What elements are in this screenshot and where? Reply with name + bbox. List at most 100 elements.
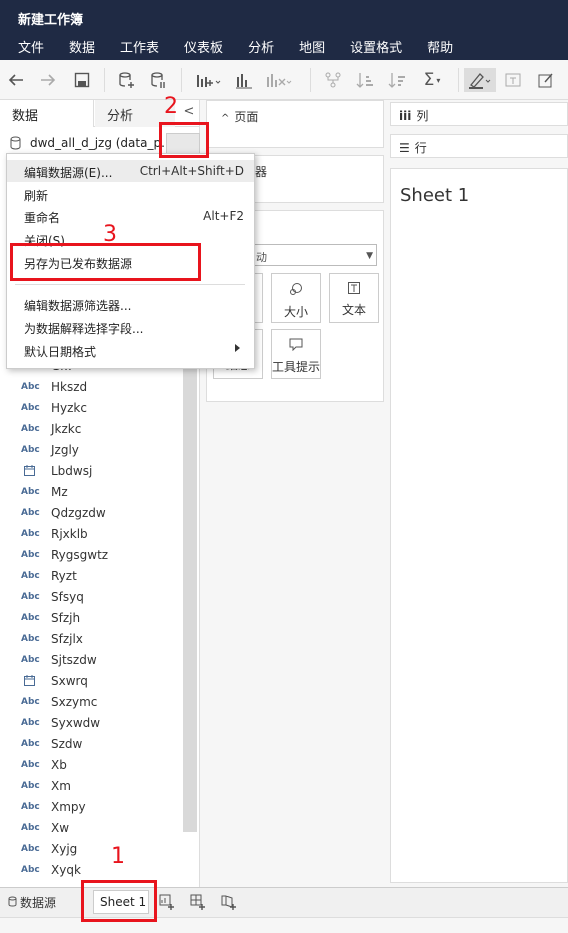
collapse-pane-icon[interactable]: < — [181, 104, 197, 122]
view-canvas[interactable]: Sheet 1 — [390, 168, 568, 883]
field-item[interactable]: Abc Xyjg — [0, 839, 180, 860]
tooltip-button[interactable]: 工具提示 — [271, 329, 321, 379]
new-datasource-icon[interactable] — [113, 68, 139, 92]
field-item[interactable]: Abc Ryzt — [0, 566, 180, 587]
field-item[interactable]: Abc Xw — [0, 818, 180, 839]
clear-sheet-icon[interactable] — [263, 68, 295, 92]
menu-data[interactable]: 数据 — [69, 37, 95, 56]
columns-shelf[interactable]: iii 列 — [390, 102, 568, 126]
save-icon[interactable] — [69, 68, 95, 92]
pause-update-icon[interactable] — [145, 68, 171, 92]
field-item[interactable]: Abc Sxzymc — [0, 692, 180, 713]
mark-type-select[interactable]: 动 ▼ — [251, 244, 377, 266]
new-worksheet-tab-icon[interactable] — [159, 894, 177, 912]
field-name: Xb — [51, 758, 67, 772]
field-name: Rygsgwtz — [51, 548, 109, 562]
field-item[interactable]: Abc Sfsyq — [0, 587, 180, 608]
string-type-icon: Abc — [21, 823, 40, 833]
field-name: Szdw — [51, 737, 83, 751]
sum-icon[interactable]: Σ ▾ — [417, 68, 447, 92]
new-worksheet-icon[interactable] — [194, 68, 224, 92]
swap-icon[interactable] — [320, 68, 346, 92]
string-type-icon: Abc — [21, 592, 40, 602]
field-item[interactable]: Abc Sjtszdw — [0, 650, 180, 671]
menu-help[interactable]: 帮助 — [427, 37, 453, 56]
forward-icon[interactable] — [35, 68, 61, 92]
string-type-icon: Abc — [21, 550, 40, 560]
field-item[interactable]: Abc Hkszd — [0, 377, 180, 398]
field-item[interactable]: Abc Xb — [0, 755, 180, 776]
field-item[interactable]: Abc Rjxklb — [0, 524, 180, 545]
menu-worksheet[interactable]: 工作表 — [120, 37, 159, 56]
back-icon[interactable] — [3, 68, 29, 92]
menu-item-explain-fields[interactable]: 为数据解释选择字段... — [7, 316, 254, 338]
field-item[interactable]: Abc Jkzkc — [0, 419, 180, 440]
sort-desc-icon[interactable] — [384, 68, 410, 92]
tab-data[interactable]: 数据 — [0, 100, 94, 127]
field-item[interactable]: Abc Rygsgwtz — [0, 545, 180, 566]
field-name: Ryzt — [51, 569, 77, 583]
menu-analysis[interactable]: 分析 — [248, 37, 274, 56]
field-name: Hkszd — [51, 380, 88, 394]
field-item[interactable]: Abc Xmpy — [0, 797, 180, 818]
rows-icon: ☰ — [399, 141, 410, 155]
size-button[interactable]: 大小 — [271, 273, 321, 323]
menu-item-refresh[interactable]: 刷新 — [7, 183, 254, 205]
menu-format[interactable]: 设置格式 — [350, 37, 402, 56]
label-icon[interactable] — [500, 68, 526, 92]
field-item[interactable]: Lbdwsj — [0, 461, 180, 482]
data-pane-scrollbar[interactable] — [183, 330, 197, 832]
annotation-box-3 — [10, 243, 201, 281]
tooltip-icon — [272, 338, 320, 354]
pages-card: ^ 页面 — [206, 100, 384, 148]
rows-shelf[interactable]: ☰ 行 — [390, 134, 568, 158]
view-area: iii 列 ☰ 行 Sheet 1 — [390, 100, 568, 887]
annotation-number-3: 3 — [103, 222, 117, 247]
annotation-number-2: 2 — [164, 94, 178, 119]
field-item[interactable]: Abc Syxwdw — [0, 713, 180, 734]
app-title: 新建工作簿 — [0, 0, 568, 32]
toolbar: Σ ▾ — [0, 60, 568, 100]
text-button[interactable]: 文本 — [329, 273, 379, 323]
field-name: Jkzkc — [51, 422, 82, 436]
annotation-box-1 — [81, 880, 157, 922]
field-name: Xyjg — [51, 842, 78, 856]
calendar-icon — [24, 465, 35, 479]
string-type-icon: Abc — [21, 865, 40, 875]
menu-divider — [15, 284, 245, 285]
menu-item-rename[interactable]: 重命名 Alt+F2 — [7, 205, 254, 227]
menu-dashboard[interactable]: 仪表板 — [184, 37, 223, 56]
field-item[interactable]: Sxwrq — [0, 671, 180, 692]
field-item[interactable]: Abc Xyqk — [0, 860, 180, 881]
menu-item-default-date-format[interactable]: 默认日期格式 — [7, 339, 254, 361]
sort-asc-icon[interactable] — [352, 68, 378, 92]
field-name: Sfzjh — [51, 611, 81, 625]
field-item[interactable]: Abc Qdzgzdw — [0, 503, 180, 524]
calendar-icon — [24, 675, 35, 689]
field-item[interactable]: Abc Mz — [0, 482, 180, 503]
string-type-icon: Abc — [21, 571, 40, 581]
field-item[interactable]: Abc Sfzjh — [0, 608, 180, 629]
string-type-icon: Abc — [21, 760, 40, 770]
field-item[interactable]: Abc Hyzkc — [0, 398, 180, 419]
datasource-tab[interactable]: 数据源 — [8, 894, 56, 911]
field-item[interactable]: Abc Xm — [0, 776, 180, 797]
menu-item-edit-datasource[interactable]: 编辑数据源(E)... Ctrl+Alt+Shift+D — [7, 160, 254, 182]
new-dashboard-icon[interactable] — [190, 894, 208, 912]
field-name: Xm — [51, 779, 71, 793]
menu-item-edit-filters[interactable]: 编辑数据源筛选器... — [7, 293, 254, 315]
field-item[interactable]: Abc Sfzjlx — [0, 629, 180, 650]
field-item[interactable]: Abc Jzgly — [0, 440, 180, 461]
menu-map[interactable]: 地图 — [299, 37, 325, 56]
highlight-icon[interactable] — [464, 68, 496, 92]
string-type-icon: Abc — [21, 634, 40, 644]
annotate-icon[interactable] — [533, 68, 559, 92]
field-item[interactable]: Abc Szdw — [0, 734, 180, 755]
chevron-up-icon[interactable]: ^ — [221, 113, 229, 124]
field-name: Xw — [51, 821, 70, 835]
refresh-chart-icon[interactable] — [231, 68, 257, 92]
menu-file[interactable]: 文件 — [18, 37, 44, 56]
pages-title: ^ 页面 — [221, 110, 259, 124]
toolbar-divider — [310, 68, 311, 92]
new-story-icon[interactable] — [221, 894, 239, 912]
